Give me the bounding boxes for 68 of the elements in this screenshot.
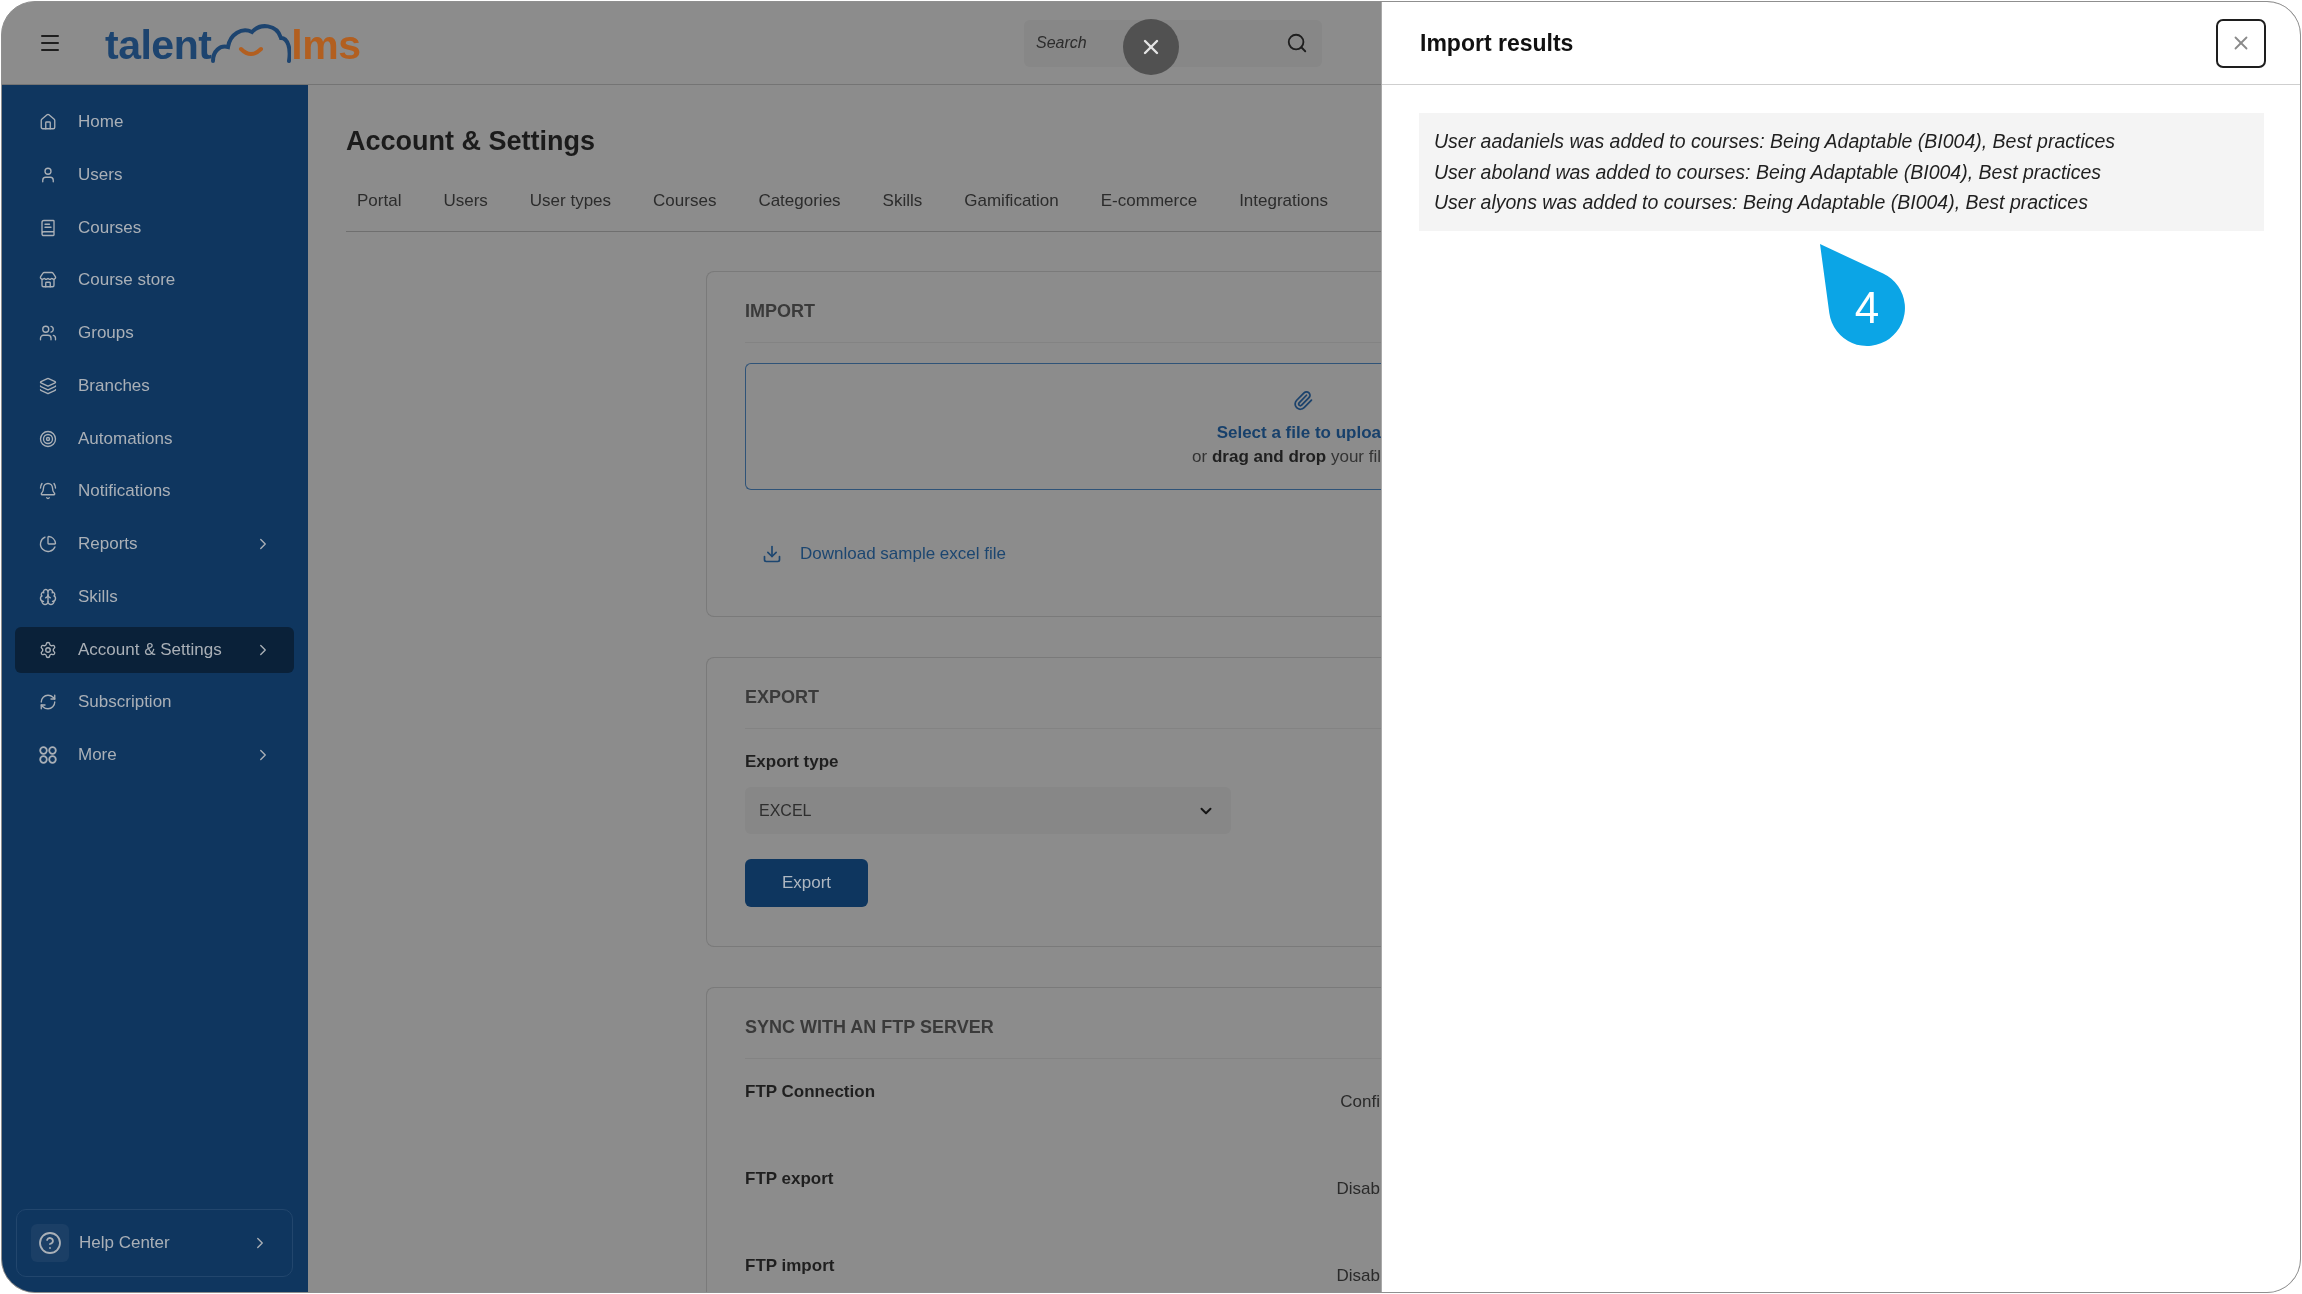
book-icon <box>39 218 57 237</box>
result-line: User aadaniels was added to courses: Being Adaptable (BI004), Best practices <box>1434 129 2117 154</box>
layers-icon <box>39 376 57 395</box>
setting-value: Disab <box>1336 1265 1380 1287</box>
tab[interactable]: Skills <box>871 181 934 231</box>
pie-chart-icon <box>39 535 57 553</box>
download-sample-link[interactable]: Download sample excel file <box>762 542 1006 566</box>
sidebar-item[interactable]: Branches <box>15 362 294 409</box>
panel-title: Import results <box>1420 29 1574 58</box>
export-button[interactable]: Export <box>745 859 868 907</box>
file-dropzone[interactable]: Select a file to uploa or drag and drop your fil <box>745 363 1381 490</box>
page-title: Account & Settings <box>346 125 596 158</box>
logo-text: talent <box>105 25 212 66</box>
setting-value: Disab <box>1336 1178 1380 1200</box>
section-title: EXPORT <box>745 686 820 708</box>
sidebar-item[interactable]: Courses <box>15 204 294 251</box>
section-title: SYNC WITH AN FTP SERVER <box>745 1016 995 1038</box>
cloud-icon <box>211 21 292 63</box>
setting-label: FTP export <box>745 1168 834 1190</box>
setting-value: Confi <box>1340 1091 1380 1113</box>
sidebar-item[interactable]: Subscription <box>15 679 294 726</box>
sidebar-item[interactable]: Users <box>15 151 294 198</box>
setting-label: FTP import <box>745 1255 835 1277</box>
dropzone-hint: or drag and drop your fil <box>1192 446 1381 468</box>
sidebar-item[interactable]: Reports <box>15 521 294 567</box>
brain-icon <box>39 587 57 606</box>
tab[interactable]: Integrations <box>1228 181 1339 231</box>
close-button[interactable] <box>2216 18 2266 68</box>
sidebar-item[interactable]: Course store <box>15 257 294 304</box>
tab[interactable]: Gamification <box>953 181 1070 231</box>
result-line: User aboland was added to courses: Being Adaptable (BI004), Best practices <box>1434 159 2102 185</box>
tour-close-tooltip[interactable] <box>1123 19 1179 75</box>
sidebar-item[interactable]: Groups <box>15 310 294 356</box>
sidebar-item[interactable]: More <box>15 732 294 778</box>
tab[interactable]: E-commerce <box>1089 181 1209 231</box>
sidebar-item[interactable]: Account & Settings <box>15 626 294 673</box>
store-icon <box>39 271 57 290</box>
user-icon <box>39 165 57 184</box>
tab[interactable]: User types <box>518 181 623 231</box>
help-icon <box>31 1224 69 1262</box>
sidebar-item[interactable]: Home <box>15 99 294 145</box>
tab[interactable]: Portal <box>346 181 413 231</box>
download-icon <box>762 544 782 564</box>
export-type-select[interactable]: EXCEL <box>745 787 1231 834</box>
target-icon <box>39 429 57 448</box>
search-icon[interactable] <box>1286 32 1308 54</box>
settings-icon <box>39 640 57 659</box>
paperclip-icon <box>1292 390 1314 411</box>
sidebar-item[interactable]: Skills <box>15 573 294 620</box>
tab[interactable]: Categories <box>747 181 852 231</box>
search-input[interactable]: Search <box>1036 28 1120 58</box>
grid-icon <box>39 746 57 764</box>
refresh-icon <box>39 693 57 712</box>
setting-label: FTP Connection <box>745 1081 875 1103</box>
field-label: Export type <box>745 751 840 773</box>
sidebar-item[interactable]: Notifications <box>15 468 294 515</box>
section-title: IMPORT <box>745 300 816 322</box>
bell-icon <box>39 482 57 501</box>
logo-text: lms <box>291 25 361 66</box>
select-file-link[interactable]: Select a file to uploa <box>1216 421 1381 445</box>
sidebar-item[interactable]: Automations <box>15 415 294 462</box>
result-line: User alyons was added to courses: Being Adaptable (BI004), Best practices <box>1434 190 2089 215</box>
tab[interactable]: Users <box>432 181 499 231</box>
help-center-button[interactable]: Help Center <box>16 1209 293 1277</box>
tour-step-badge: 4 <box>1820 244 1906 348</box>
tab[interactable]: Courses <box>642 181 728 231</box>
users-icon <box>39 324 57 342</box>
home-icon <box>39 113 57 131</box>
